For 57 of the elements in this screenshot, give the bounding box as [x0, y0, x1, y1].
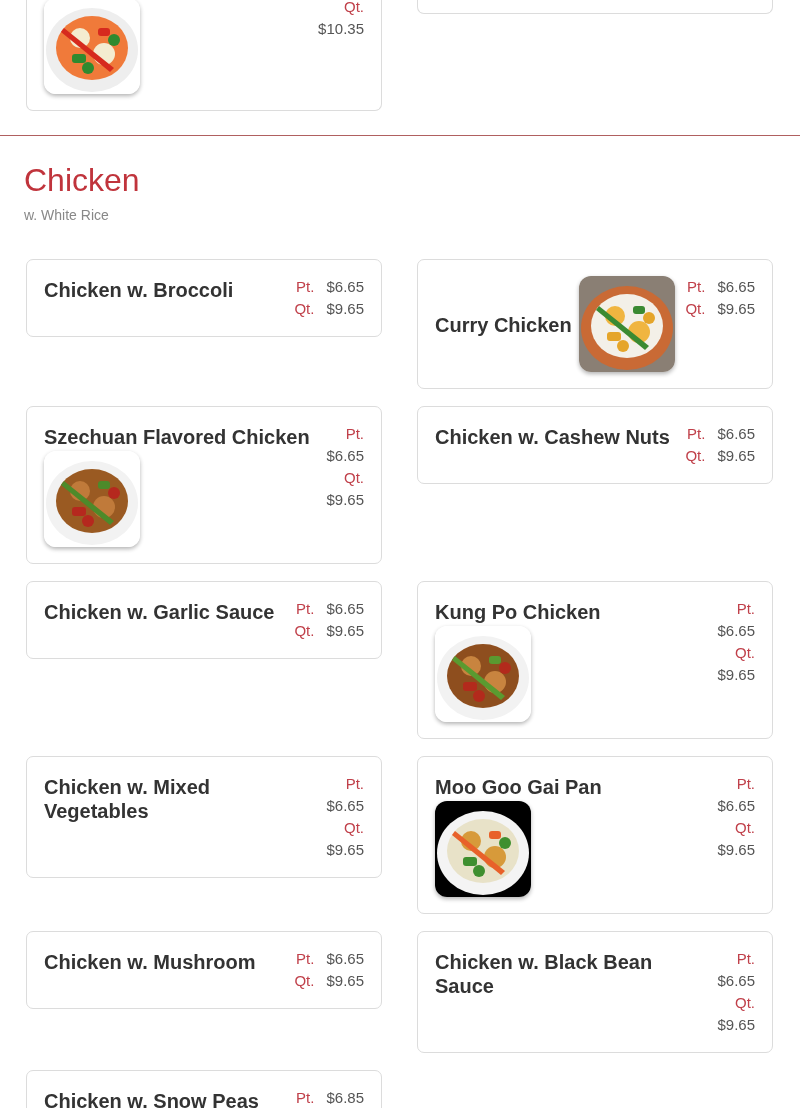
size-label: Qt.: [294, 971, 315, 991]
size-label: Qt.: [344, 468, 364, 488]
price: $6.65: [717, 277, 755, 297]
size-label: Qt.: [294, 299, 315, 319]
price: $9.65: [717, 665, 755, 685]
size-label: Pt.: [687, 277, 706, 297]
price: $9.65: [326, 621, 364, 641]
section-title: Chicken: [24, 161, 141, 200]
size-label: Pt.: [736, 774, 755, 794]
size-label: Pt.: [736, 949, 755, 969]
price: $9.65: [717, 840, 755, 860]
price: $6.65: [717, 796, 755, 816]
dish-name: Chicken w. Broccoli: [44, 278, 235, 302]
dish-name: Chicken w. Mixed Vegetables: [44, 775, 211, 823]
size-label: Pt.: [296, 949, 315, 969]
price: $9.65: [717, 299, 755, 319]
price: $6.65: [326, 599, 364, 619]
size-label: Pt.: [296, 599, 315, 619]
dish-name: Chicken w. Mushroom: [44, 950, 257, 974]
price: $6.65: [326, 949, 364, 969]
price: $9.65: [326, 490, 364, 510]
size-label: Qt.: [685, 299, 706, 319]
size-label: Qt.: [344, 0, 364, 17]
price: $6.65: [717, 621, 755, 641]
size-label: Qt.: [685, 446, 706, 466]
dish-name: Chicken w. Black Bean Sauce: [435, 950, 654, 998]
price: $10.35: [318, 19, 364, 39]
size-label: Pt.: [296, 277, 315, 297]
dish-name: Chicken w. Garlic Sauce: [44, 600, 276, 624]
size-label: Qt.: [294, 621, 315, 641]
dish-name: Chicken w. Cashew Nuts: [435, 425, 671, 449]
size-label: Qt.: [735, 643, 755, 663]
price: $6.65: [717, 971, 755, 991]
price: $6.65: [326, 277, 364, 297]
size-label: Pt.: [296, 1088, 315, 1108]
size-label: Pt.: [736, 599, 755, 619]
dish-name: Moo Goo Gai Pan: [435, 775, 603, 799]
price: $6.85: [326, 1088, 364, 1108]
size-label: Pt.: [687, 424, 706, 444]
price: $6.65: [326, 446, 364, 466]
price: $9.65: [326, 299, 364, 319]
price: $9.65: [717, 1015, 755, 1035]
size-label: Qt.: [344, 818, 364, 838]
price: $9.65: [717, 446, 755, 466]
size-label: Pt.: [345, 424, 364, 444]
price: $6.65: [717, 424, 755, 444]
dish-name: Curry Chicken: [435, 313, 572, 337]
price: $9.65: [326, 840, 364, 860]
size-label: Pt.: [345, 774, 364, 794]
dish-name: Chicken w. Snow Peas: [44, 1089, 260, 1108]
price: $9.65: [326, 971, 364, 991]
dish-name: Szechuan Flavored Chicken: [44, 425, 311, 449]
section-subtitle: w. White Rice: [24, 206, 110, 224]
price: $6.65: [326, 796, 364, 816]
size-label: Qt.: [735, 818, 755, 838]
dish-name: Kung Po Chicken: [435, 600, 602, 624]
size-label: Qt.: [735, 993, 755, 1013]
